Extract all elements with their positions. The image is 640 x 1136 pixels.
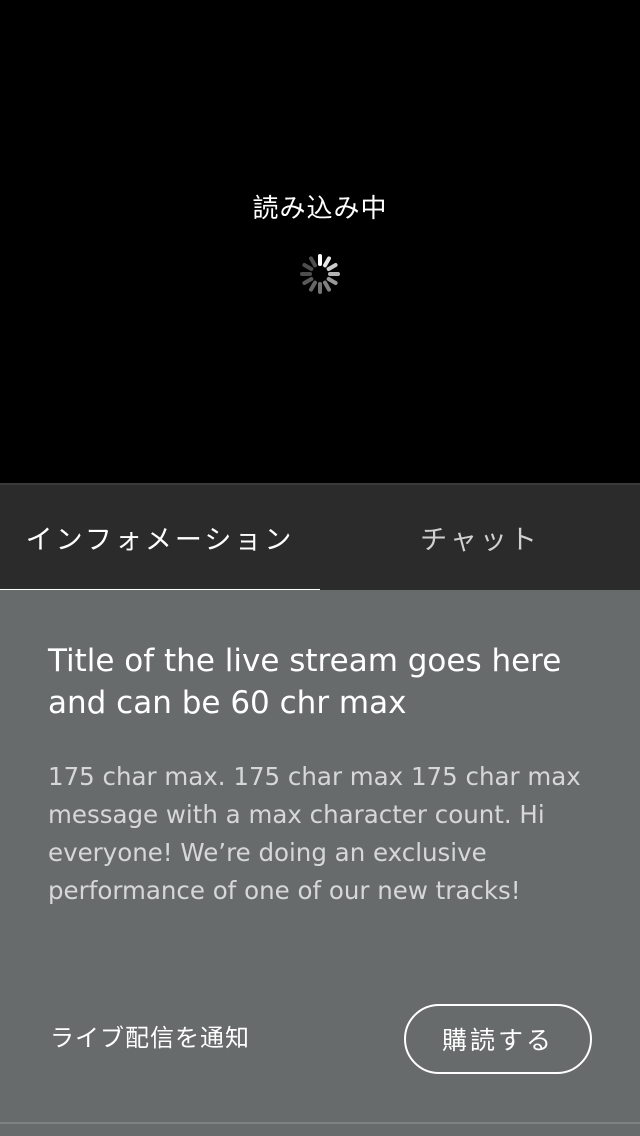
tab-information[interactable]: インフォメーション [0,485,320,592]
spinner-icon [300,254,340,294]
loading-text: 読み込み中 [252,194,388,224]
bottom-divider [0,1122,640,1124]
tab-chat[interactable]: チャット [320,485,640,590]
notify-live-link[interactable]: ライブ配信を通知 [50,1020,250,1056]
tab-information-label: インフォメーション [25,525,295,556]
subscribe-button[interactable]: 購読する [404,1004,592,1074]
tab-bar: インフォメーション チャット [0,483,640,592]
info-panel: Title of the live stream goes here and c… [0,590,640,1136]
stream-title: Title of the live stream goes here and c… [48,643,562,721]
tab-chat-label: チャット [420,525,540,556]
live-stream-screen: 読み込み中 インフォメーション チャット Title of the live s… [0,0,640,1136]
stream-description: 175 char max. 175 char max 175 char max … [48,762,581,905]
video-player[interactable]: 読み込み中 [0,0,640,483]
